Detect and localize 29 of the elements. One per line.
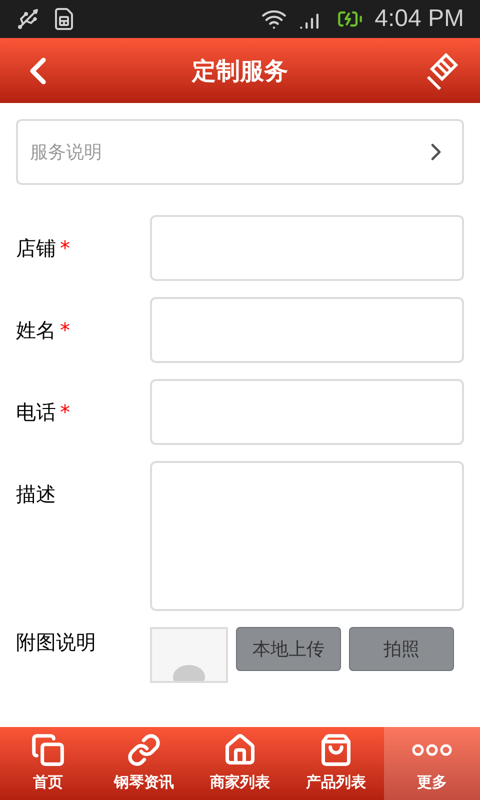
field-label: 店铺 [16,235,56,262]
house-icon [223,733,257,768]
upload-button[interactable]: 本地上传 [236,627,341,671]
upload-button[interactable]: 拍照 [349,627,454,671]
service-info-row[interactable]: 服务说明 [16,119,464,185]
required-mark: * [60,317,70,344]
nav-tab[interactable]: 产品列表 [288,727,384,800]
sim-card-icon [52,7,76,31]
page-title: 定制服务 [190,56,289,86]
input-field[interactable] [150,379,464,445]
nav-tab[interactable]: 钢琴资讯 [96,727,192,800]
attachment-label: 附图说明 [16,629,97,656]
more-dots-icon [412,744,452,756]
chain-link-icon [127,733,161,768]
pages-icon [31,733,65,768]
required-mark: * [60,235,70,262]
clock-time: 4:04 PM [374,4,464,34]
field-label: 姓名 [16,317,56,344]
field-label: 描述 [16,481,56,508]
shopping-bag-icon [319,733,353,768]
required-mark: * [60,399,70,426]
nav-tab[interactable]: 首页 [0,727,96,800]
input-field[interactable] [150,215,464,281]
field-label: 电话 [16,399,56,426]
nav-tab[interactable]: 更多 [384,727,480,800]
nav-tab[interactable]: 商家列表 [192,727,288,800]
usb-icon [16,7,40,31]
input-field[interactable] [150,297,464,363]
description-field[interactable] [150,461,464,611]
